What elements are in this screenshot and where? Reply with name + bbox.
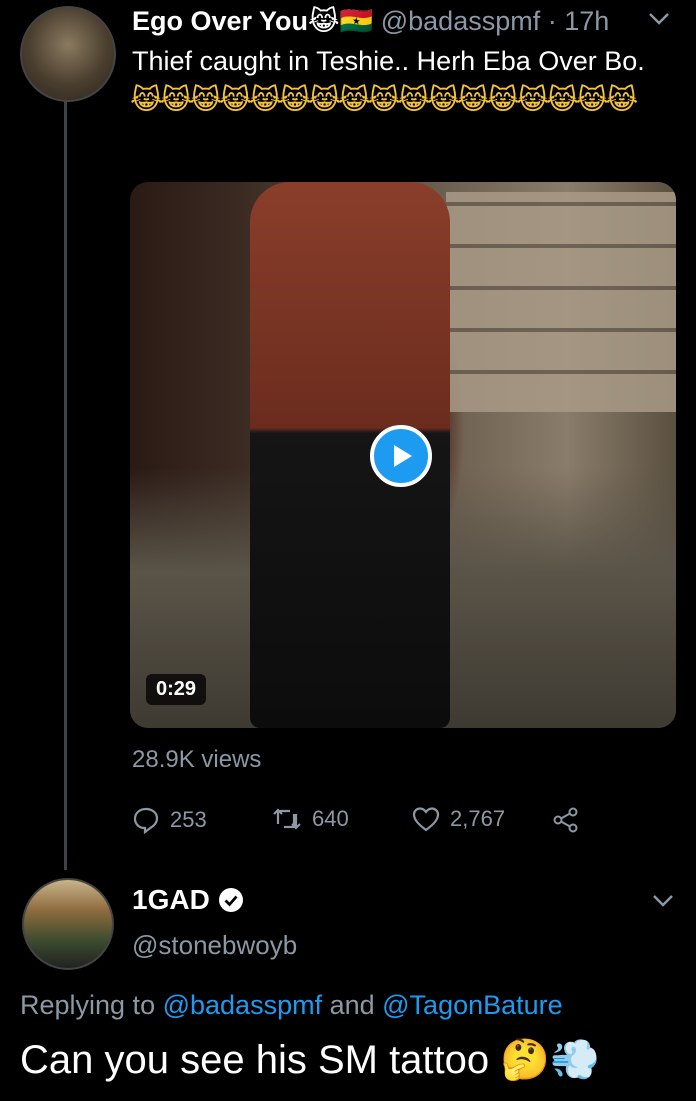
reply-button[interactable]: 253 xyxy=(132,806,207,834)
time-separator: · xyxy=(540,6,565,36)
reply-count: 253 xyxy=(170,807,207,832)
reply-author-handle[interactable]: @stonebwoyb xyxy=(132,930,297,961)
reply-header: 1GAD xyxy=(132,884,244,916)
author-name-emojis: 😹🇬🇭 xyxy=(308,6,374,36)
retweet-icon xyxy=(273,808,301,830)
video-thumbnail[interactable]: 0:29 xyxy=(130,182,676,728)
tweet-emojis: 😹😹😹😹😹😹😹😹😹😹😹😹😹😹😹😹😹 xyxy=(130,84,638,115)
chevron-down-icon[interactable] xyxy=(648,6,670,32)
tweet-time[interactable]: 17h xyxy=(564,6,609,36)
retweet-count: 640 xyxy=(312,806,349,831)
tweet-text: Thief caught in Teshie.. Herh Eba Over B… xyxy=(132,46,645,76)
verified-badge-icon xyxy=(218,888,243,912)
share-button[interactable] xyxy=(552,806,590,834)
retweet-button[interactable]: 640 xyxy=(272,806,349,832)
replying-conjunction: and xyxy=(322,990,383,1020)
author-avatar[interactable] xyxy=(20,6,116,102)
author-handle[interactable]: @badasspmf xyxy=(381,6,540,36)
like-count: 2,767 xyxy=(450,806,506,831)
mention-link[interactable]: @badasspmf xyxy=(163,990,322,1020)
reply-text-emojis: 🤔💨 xyxy=(500,1038,600,1082)
mention-link[interactable]: @TagonBature xyxy=(382,990,563,1020)
heart-icon xyxy=(412,807,440,832)
replying-prefix: Replying to xyxy=(20,990,163,1020)
replying-to: Replying to @badasspmf and @TagonBature xyxy=(20,990,563,1021)
reply-text: Can you see his SM tattoo xyxy=(20,1038,490,1082)
reply-author-name[interactable]: 1GAD xyxy=(132,884,210,916)
action-bar: 253 640 2,767 xyxy=(132,806,592,842)
view-count: 28.9K views xyxy=(132,746,262,773)
share-icon xyxy=(553,807,578,833)
like-button[interactable]: 2,767 xyxy=(412,806,505,832)
play-button[interactable] xyxy=(370,425,432,487)
video-duration: 0:29 xyxy=(146,674,207,705)
author-name[interactable]: Ego Over You xyxy=(132,6,308,36)
reply-author-avatar[interactable] xyxy=(22,878,114,970)
reply-text-block: Can you see his SM tattoo 🤔💨 xyxy=(20,1036,600,1083)
tweet-header: Ego Over You😹🇬🇭 @badasspmf · 17h xyxy=(132,4,609,38)
thread-line xyxy=(64,100,67,870)
reply-icon xyxy=(133,807,159,834)
video-scene-bricks xyxy=(446,192,676,412)
reply-chevron-down-icon[interactable] xyxy=(652,888,674,914)
play-icon xyxy=(394,445,412,467)
